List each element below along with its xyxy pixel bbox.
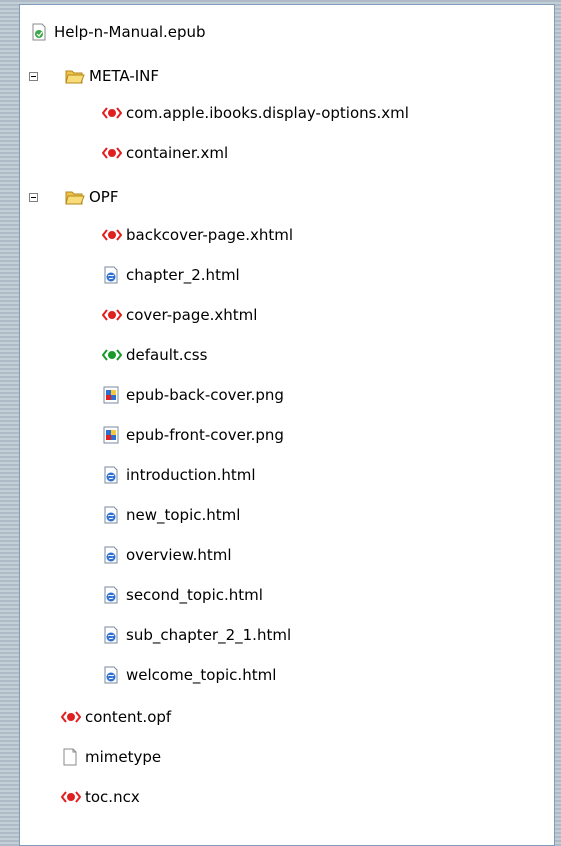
image-file-icon [102, 426, 120, 444]
tree-item-file[interactable]: overview.html [102, 542, 232, 568]
tree-item-file[interactable]: introduction.html [102, 462, 256, 488]
blank-file-icon [61, 748, 79, 766]
tree-item-file[interactable]: new_topic.html [102, 502, 240, 528]
tree-item-file[interactable]: mimetype [61, 744, 161, 770]
html-file-icon [102, 626, 120, 644]
tree-item-file[interactable]: chapter_2.html [102, 262, 240, 288]
tree-item-file[interactable]: backcover-page.xhtml [102, 222, 293, 248]
tree-item-file[interactable]: toc.ncx [61, 784, 140, 810]
tree-item-label: chapter_2.html [126, 266, 240, 284]
tree-item-label: welcome_topic.html [126, 666, 277, 684]
xml-file-icon [61, 708, 81, 726]
tree-item-root[interactable]: Help-n-Manual.epub [30, 19, 206, 45]
xml-file-icon [102, 306, 122, 324]
html-file-icon [102, 586, 120, 604]
image-file-icon [102, 386, 120, 404]
html-file-icon [102, 666, 120, 684]
tree-item-label: new_topic.html [126, 506, 241, 524]
xml-file-icon [61, 788, 81, 806]
tree-item-file[interactable]: welcome_topic.html [102, 662, 276, 688]
tree-item-label: mimetype [85, 748, 162, 766]
file-tree-panel[interactable]: Help-n-Manual.epub META-INF com.apple.ib… [19, 4, 555, 846]
tree-item-file[interactable]: com.apple.ibooks.display-options.xml [102, 100, 409, 126]
tree-item-label: content.opf [85, 708, 172, 726]
tree-item-label: introduction.html [126, 466, 256, 484]
tree-item-label: default.css [126, 346, 208, 364]
tree-item-file[interactable]: container.xml [102, 140, 228, 166]
html-file-icon [102, 546, 120, 564]
folder-open-icon [65, 67, 85, 85]
tree-item-file[interactable]: epub-back-cover.png [102, 382, 284, 408]
xml-file-icon [102, 226, 122, 244]
tree-item-file[interactable]: epub-front-cover.png [102, 422, 284, 448]
tree-item-file[interactable]: cover-page.xhtml [102, 302, 257, 328]
tree-item-folder-meta-inf[interactable]: META-INF [65, 63, 159, 89]
html-file-icon [102, 506, 120, 524]
html-file-icon [102, 266, 120, 284]
css-file-icon [102, 346, 122, 364]
tree-item-label: toc.ncx [85, 788, 140, 806]
tree-item-label: container.xml [126, 144, 229, 162]
tree-item-label: cover-page.xhtml [126, 306, 258, 324]
tree-item-file[interactable]: sub_chapter_2_1.html [102, 622, 291, 648]
tree-item-label: OPF [89, 188, 119, 206]
epub-file-icon [30, 23, 48, 41]
tree-item-label: second_topic.html [126, 586, 263, 604]
tree-item-label: epub-front-cover.png [126, 426, 284, 444]
xml-file-icon [102, 144, 122, 162]
tree-item-label: com.apple.ibooks.display-options.xml [126, 104, 409, 122]
collapse-toggle-opf[interactable] [29, 193, 38, 202]
tree-item-label: META-INF [89, 67, 160, 85]
tree-item-label: sub_chapter_2_1.html [126, 626, 292, 644]
tree-item-label: Help-n-Manual.epub [54, 23, 206, 41]
html-file-icon [102, 466, 120, 484]
xml-file-icon [102, 104, 122, 122]
tree-item-file[interactable]: second_topic.html [102, 582, 263, 608]
tree-item-label: backcover-page.xhtml [126, 226, 294, 244]
folder-open-icon [65, 188, 85, 206]
collapse-toggle-meta-inf[interactable] [29, 72, 38, 81]
tree-item-file[interactable]: content.opf [61, 704, 171, 730]
tree-item-label: overview.html [126, 546, 232, 564]
tree-item-folder-opf[interactable]: OPF [65, 184, 118, 210]
tree-item-file[interactable]: default.css [102, 342, 207, 368]
tree-item-label: epub-back-cover.png [126, 386, 284, 404]
window-frame: Help-n-Manual.epub META-INF com.apple.ib… [0, 0, 561, 846]
